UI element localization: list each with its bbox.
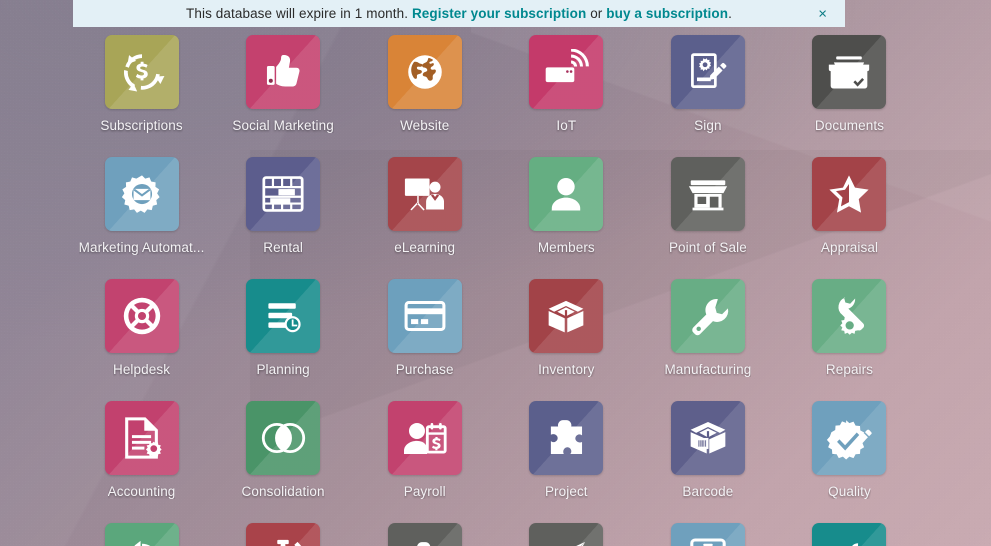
app-tile-documents[interactable]: Documents [779, 28, 921, 150]
app-tile-stopwatch[interactable] [212, 516, 354, 546]
banner-message: This database will expire in 1 month. Re… [186, 6, 732, 21]
app-tile-sign[interactable]: Sign [637, 28, 779, 150]
subscriptions-icon [104, 35, 179, 109]
app-label: Marketing Automat... [78, 240, 205, 255]
banner-or: or [590, 6, 603, 21]
app-label: Purchase [395, 362, 454, 377]
app-tile-sms-phone[interactable]: SMS [637, 516, 779, 546]
app-tile-purchase[interactable]: Purchase [354, 272, 496, 394]
app-tile-marketing-automat[interactable]: Marketing Automat... [71, 150, 213, 272]
app-tile-elearning[interactable]: eLearning [354, 150, 496, 272]
app-label: Documents [814, 118, 885, 133]
app-label: Social Marketing [232, 118, 334, 133]
bars-clock-icon [246, 279, 321, 353]
iot-signal-icon [529, 35, 604, 109]
gear-mail-icon [104, 157, 179, 231]
app-tile-point-of-sale[interactable]: Point of Sale [637, 150, 779, 272]
app-tile-barcode[interactable]: Barcode [637, 394, 779, 516]
sign-document-icon [670, 35, 745, 109]
app-tile-payroll[interactable]: Payroll [354, 394, 496, 516]
app-tile-subscriptions[interactable]: Subscriptions [71, 28, 213, 150]
app-tile-paper-plane[interactable] [496, 516, 638, 546]
documents-tray-icon [812, 35, 887, 109]
app-label: Repairs [825, 362, 874, 377]
app-label: Planning [256, 362, 310, 377]
app-label: Quality [828, 484, 871, 499]
app-tile-inventory[interactable]: Inventory [496, 272, 638, 394]
app-tile-social-marketing[interactable]: Social Marketing [212, 28, 354, 150]
stopwatch-icon [246, 523, 321, 546]
app-label: Project [544, 484, 588, 499]
lifebuoy-icon [104, 279, 179, 353]
app-label: eLearning [394, 240, 456, 255]
puzzle-white-icon [387, 523, 462, 546]
subscription-expiry-banner: This database will expire in 1 month. Re… [73, 0, 845, 27]
puzzle-piece-icon [529, 401, 604, 475]
app-tile-consolidation[interactable]: Consolidation [212, 394, 354, 516]
app-tile-field-service[interactable] [779, 516, 921, 546]
globe-icon [387, 35, 462, 109]
app-tile-recycle-box[interactable] [71, 516, 213, 546]
app-label: Appraisal [820, 240, 879, 255]
app-tile-helpdesk[interactable]: Helpdesk [71, 272, 213, 394]
app-label: Subscriptions [100, 118, 183, 133]
close-icon[interactable]: × [818, 6, 827, 21]
sms-phone-icon: SMS [670, 523, 745, 546]
app-tile-members[interactable]: Members [496, 150, 638, 272]
person-icon [529, 157, 604, 231]
storefront-icon [670, 157, 745, 231]
app-label: Payroll [403, 484, 446, 499]
wrench-icon [670, 279, 745, 353]
banner-period: . [728, 6, 732, 21]
venn-circles-icon [246, 401, 321, 475]
buy-subscription-link[interactable]: buy a subscription [606, 6, 728, 21]
app-label: IoT [556, 118, 577, 133]
app-tile-appraisal[interactable]: Appraisal [779, 150, 921, 272]
calendar-grid-icon [246, 157, 321, 231]
app-tile-quality[interactable]: Quality [779, 394, 921, 516]
app-label: Rental [263, 240, 303, 255]
barcode-box-icon [670, 401, 745, 475]
app-tile-repairs[interactable]: Repairs [779, 272, 921, 394]
apps-grid: Subscriptions Social Marketing Website I… [0, 27, 991, 546]
app-tile-rental[interactable]: Rental [212, 150, 354, 272]
app-tile-accounting[interactable]: Accounting [71, 394, 213, 516]
paper-plane-icon [529, 523, 604, 546]
app-tile-website[interactable]: Website [354, 28, 496, 150]
app-label: Website [400, 118, 450, 133]
app-tile-project[interactable]: Project [496, 394, 638, 516]
thumbs-up-icon [246, 35, 321, 109]
app-tile-planning[interactable]: Planning [212, 272, 354, 394]
app-label: Inventory [538, 362, 595, 377]
app-label: Helpdesk [112, 362, 171, 377]
app-label: Manufacturing [664, 362, 752, 377]
app-label: Sign [694, 118, 722, 133]
app-tile-iot[interactable]: IoT [496, 28, 638, 150]
half-star-icon [812, 157, 887, 231]
field-service-icon [812, 523, 887, 546]
badge-pencil-icon [812, 401, 887, 475]
app-label: Accounting [107, 484, 176, 499]
app-label: Consolidation [241, 484, 325, 499]
credit-card-icon [387, 279, 462, 353]
banner-message-prefix: This database will expire in 1 month. [186, 6, 409, 21]
whiteboard-teacher-icon [387, 157, 462, 231]
recycle-box-icon [104, 523, 179, 546]
app-tile-manufacturing[interactable]: Manufacturing [637, 272, 779, 394]
register-subscription-link[interactable]: Register your subscription [412, 6, 586, 21]
invoice-gear-icon [104, 401, 179, 475]
open-box-icon [529, 279, 604, 353]
wrench-gear-icon [812, 279, 887, 353]
app-label: Members [537, 240, 595, 255]
app-label: Barcode [682, 484, 734, 499]
app-tile-puzzle-white[interactable] [354, 516, 496, 546]
person-payslip-icon [387, 401, 462, 475]
app-label: Point of Sale [668, 240, 747, 255]
